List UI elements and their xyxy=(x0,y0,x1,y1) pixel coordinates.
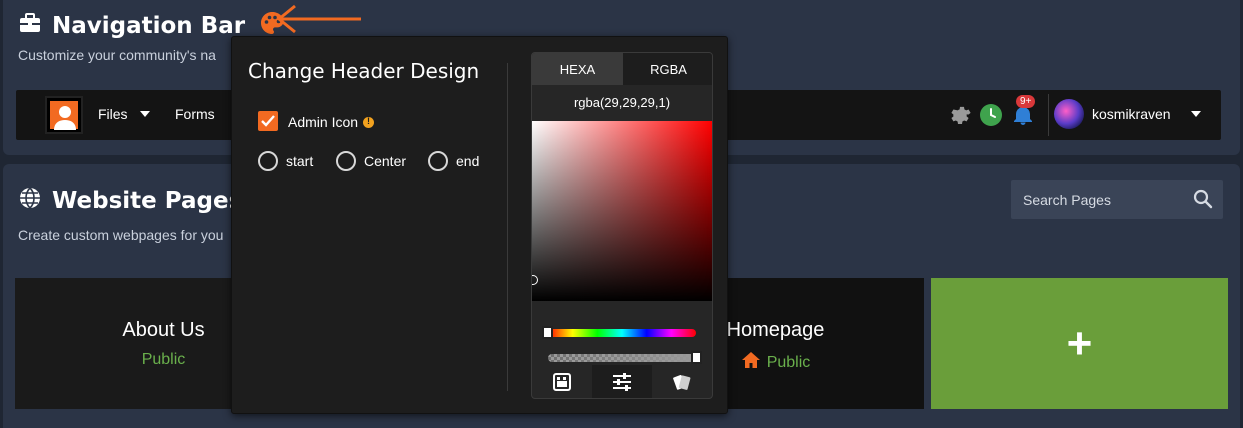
radio-label: Center xyxy=(364,153,407,169)
hue-handle[interactable] xyxy=(542,326,553,339)
nav-item-label: Forms xyxy=(175,106,215,122)
radio-button[interactable] xyxy=(428,151,448,171)
chevron-down-icon xyxy=(139,111,150,117)
saturation-value-area[interactable] xyxy=(532,121,712,301)
home-icon xyxy=(741,351,761,374)
nav-item-forms[interactable]: Forms xyxy=(175,106,215,122)
toolbox-icon xyxy=(18,12,42,40)
search-pages-box xyxy=(1011,180,1223,219)
page-status-label: Public xyxy=(766,353,811,371)
notification-badge: 9+ xyxy=(1016,95,1036,108)
navigation-bar-subtitle: Customize your community's na xyxy=(18,47,216,63)
arrow-annotation xyxy=(277,4,361,34)
admin-icon-checkbox[interactable] xyxy=(258,111,278,131)
website-pages-heading: Website Pages xyxy=(18,186,242,216)
popover-title: Change Header Design xyxy=(248,59,480,83)
community-logo[interactable] xyxy=(45,96,83,134)
saturation-handle[interactable] xyxy=(532,275,538,285)
nav-item-files[interactable]: Files xyxy=(98,106,150,122)
nav-item-label: Files xyxy=(98,106,128,122)
hue-slider[interactable] xyxy=(548,329,696,337)
palette-grid-icon[interactable] xyxy=(532,365,592,398)
user-menu[interactable]: kosmikraven xyxy=(1092,106,1201,122)
swatches-icon[interactable] xyxy=(652,365,712,398)
section-title: Navigation Bar xyxy=(52,13,246,39)
section-title: Website Pages xyxy=(52,188,243,214)
checkbox-label: Admin Icon xyxy=(288,114,359,130)
search-input[interactable] xyxy=(1011,180,1191,219)
nav-divider xyxy=(1048,94,1049,136)
check-icon xyxy=(261,115,275,127)
chevron-down-icon xyxy=(1190,111,1201,117)
username: kosmikraven xyxy=(1092,106,1171,122)
popover-divider xyxy=(507,63,508,391)
globe-icon xyxy=(18,186,42,216)
radio-button[interactable] xyxy=(258,151,278,171)
page-status-label: Public xyxy=(141,351,186,368)
add-page-button[interactable]: + xyxy=(931,278,1228,409)
radio-label: end xyxy=(456,153,480,169)
alignment-option-center[interactable]: Center xyxy=(336,151,406,171)
header-design-popover: Change Header Design Admin Icon ! start … xyxy=(231,36,728,414)
clock-icon[interactable] xyxy=(979,103,1003,132)
admin-icon-option: Admin Icon ! xyxy=(288,114,375,130)
tab-rgba[interactable]: RGBA xyxy=(623,53,712,85)
tab-hexa[interactable]: HEXA xyxy=(532,53,623,85)
radio-button[interactable] xyxy=(336,151,356,171)
radio-label: start xyxy=(286,153,314,169)
alpha-handle[interactable] xyxy=(691,351,702,364)
search-icon[interactable] xyxy=(1193,189,1213,214)
color-value: rgba(29,29,29,1) xyxy=(573,95,671,110)
sliders-icon[interactable] xyxy=(592,365,652,398)
color-picker: HEXA RGBA rgba(29,29,29,1) xyxy=(531,52,713,399)
info-icon[interactable]: ! xyxy=(363,116,375,128)
alignment-option-start[interactable]: start xyxy=(258,151,313,171)
website-pages-subtitle: Create custom webpages for you xyxy=(18,227,224,243)
alpha-slider[interactable] xyxy=(548,354,696,362)
gear-icon[interactable] xyxy=(948,103,972,132)
plus-icon: + xyxy=(1066,318,1093,368)
avatar[interactable] xyxy=(1054,99,1084,129)
picker-mode-bar xyxy=(532,365,712,398)
alignment-option-end[interactable]: end xyxy=(428,151,479,171)
